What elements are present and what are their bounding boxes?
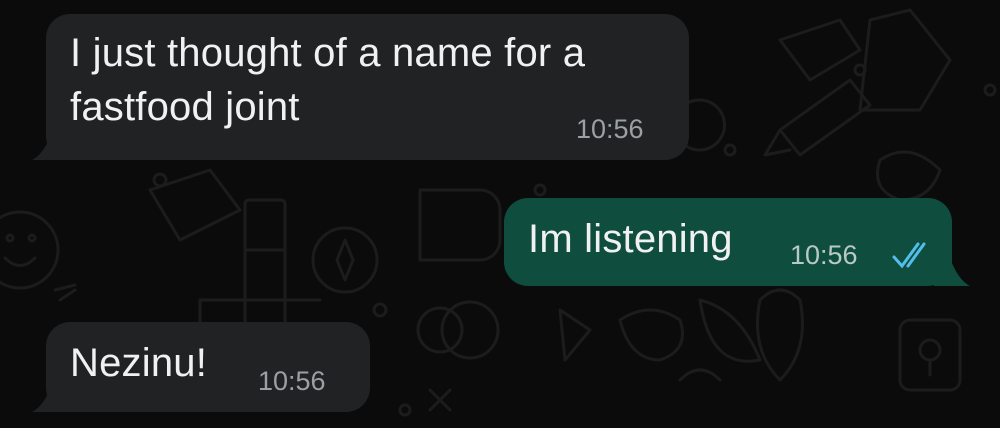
message-timestamp: 10:56: [258, 366, 326, 396]
message-text-line-2: fastfood joint: [70, 85, 300, 129]
message-bubble-incoming[interactable]: Nezinu! 10:56: [46, 322, 370, 412]
message-text: Im listening: [528, 217, 733, 261]
message-bubble-incoming[interactable]: I just thought of a name for a fastfood …: [46, 14, 689, 160]
message-text-line-1: I just thought of a name for a: [70, 31, 586, 75]
bubble-tail-incoming: [32, 132, 68, 160]
message-text: Nezinu!: [70, 341, 208, 385]
bubble-tail-incoming: [32, 384, 68, 412]
double-check-read-icon: [892, 242, 926, 269]
message-timestamp: 10:56: [576, 114, 644, 144]
bubble-tail-outgoing: [934, 258, 970, 286]
message-timestamp: 10:56: [790, 240, 858, 270]
message-bubble-outgoing[interactable]: Im listening 10:56: [504, 198, 952, 286]
